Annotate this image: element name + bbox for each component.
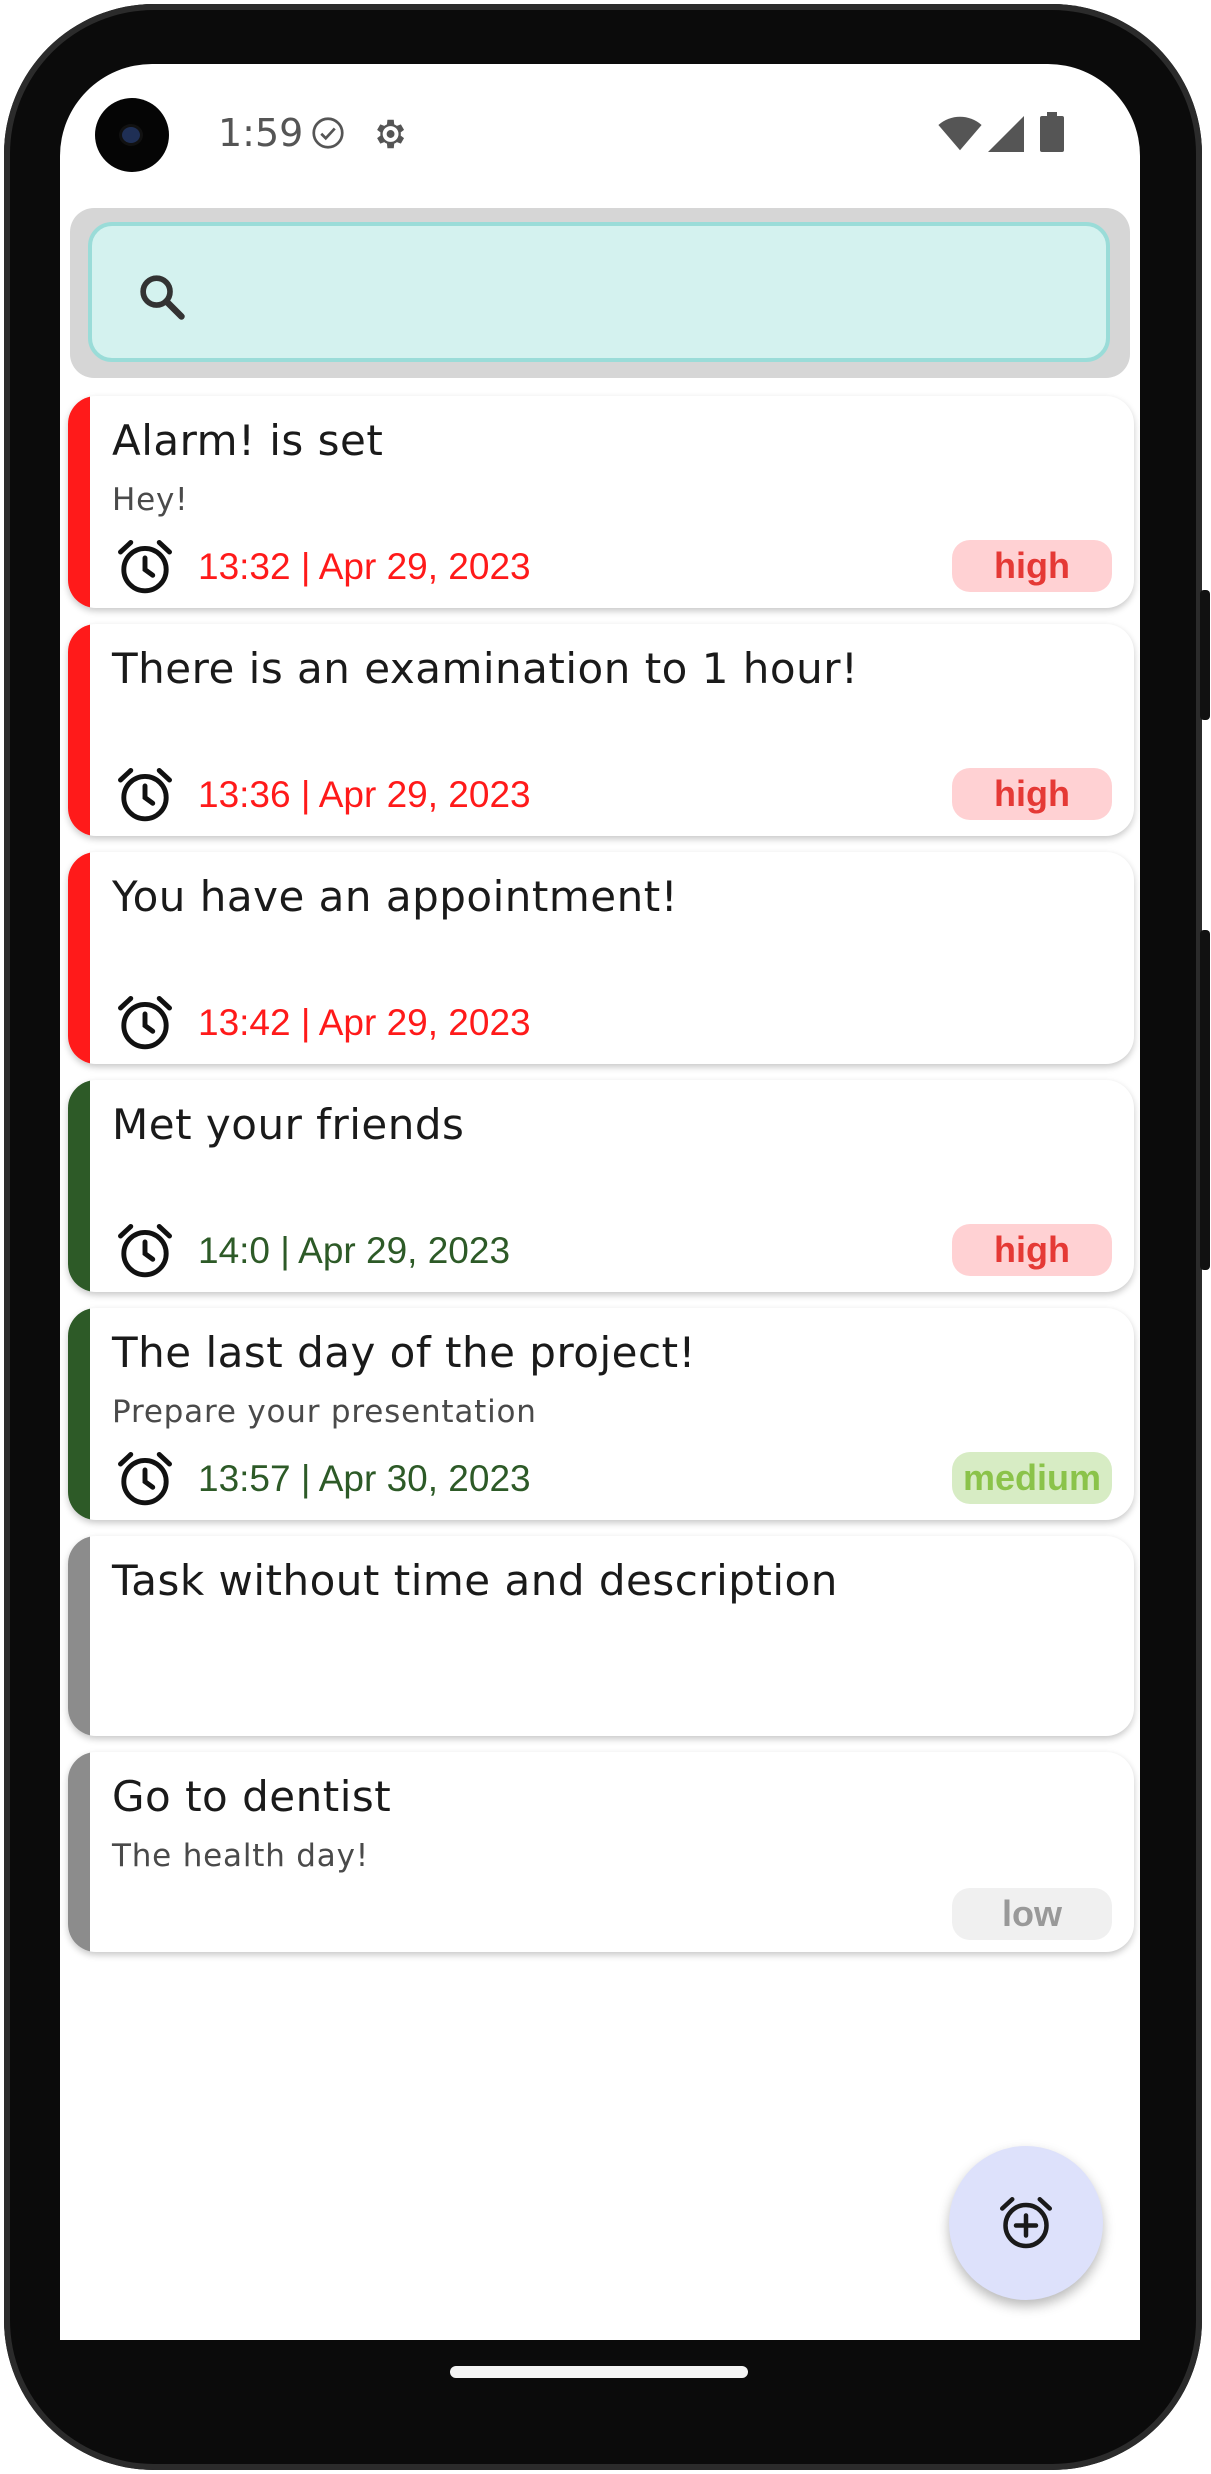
task-title: There is an examination to 1 hour!	[112, 644, 859, 693]
priority-stripe	[68, 852, 90, 1064]
task-card[interactable]: Go to dentist The health day! low	[68, 1752, 1134, 1952]
power-button	[1200, 590, 1210, 720]
priority-badge: high	[952, 540, 1112, 592]
task-time: 14:0 | Apr 29, 2023	[198, 1230, 511, 1271]
priority-badge: low	[952, 1888, 1112, 1940]
priority-stripe	[68, 1536, 90, 1736]
settings-gear-icon	[370, 115, 408, 157]
priority-stripe	[68, 1308, 90, 1520]
status-time: 1:59	[218, 111, 304, 155]
task-title: Go to dentist	[112, 1772, 392, 1821]
task-list: Alarm! is set Hey! 13:32 | Apr 29, 2023 …	[68, 396, 1134, 1968]
cellular-signal-icon	[988, 116, 1024, 156]
task-title: Met your friends	[112, 1100, 465, 1149]
task-time: 13:36 | Apr 29, 2023	[198, 774, 531, 815]
search-bar[interactable]	[88, 222, 1110, 362]
priority-stripe	[68, 1752, 90, 1952]
volume-button	[1200, 930, 1210, 1270]
alarm-clock-icon	[114, 992, 176, 1058]
task-card[interactable]: Alarm! is set Hey! 13:32 | Apr 29, 2023 …	[68, 396, 1134, 608]
task-time: 13:42 | Apr 29, 2023	[198, 1002, 531, 1043]
status-bar: 1:59	[60, 64, 1140, 204]
battery-icon	[1040, 112, 1064, 156]
task-card[interactable]: The last day of the project! Prepare you…	[68, 1308, 1134, 1520]
alarm-clock-icon	[114, 764, 176, 830]
task-time: 13:57 | Apr 30, 2023	[198, 1458, 531, 1499]
task-title: You have an appointment!	[112, 872, 679, 921]
alarm-clock-icon	[114, 536, 176, 602]
home-indicator[interactable]	[450, 2366, 748, 2378]
task-title: The last day of the project!	[112, 1328, 696, 1377]
task-description: Hey!	[112, 482, 189, 518]
app-screen: 1:59 Alarm! is set Hey! 13:32 | Apr 29, …	[60, 64, 1140, 2340]
add-alarm-icon	[1000, 2197, 1052, 2249]
add-alarm-button[interactable]	[949, 2146, 1103, 2300]
search-icon[interactable]	[136, 271, 188, 327]
priority-stripe	[68, 624, 90, 836]
priority-stripe	[68, 396, 90, 608]
task-card[interactable]: Task without time and description	[68, 1536, 1134, 1736]
task-card[interactable]: You have an appointment! 13:42 | Apr 29,…	[68, 852, 1134, 1064]
check-circle-icon	[310, 115, 346, 155]
wifi-icon	[938, 116, 982, 156]
priority-stripe	[68, 1080, 90, 1292]
task-description: Prepare your presentation	[112, 1394, 537, 1430]
alarm-clock-icon	[114, 1220, 176, 1286]
priority-badge: medium	[952, 1452, 1112, 1504]
task-card[interactable]: Met your friends 14:0 | Apr 29, 2023 hig…	[68, 1080, 1134, 1292]
priority-badge: high	[952, 1224, 1112, 1276]
alarm-clock-icon	[114, 1448, 176, 1514]
task-title: Task without time and description	[112, 1556, 838, 1605]
task-description: The health day!	[112, 1838, 369, 1874]
priority-badge: high	[952, 768, 1112, 820]
task-time: 13:32 | Apr 29, 2023	[198, 546, 531, 587]
search-container	[70, 208, 1130, 378]
search-input[interactable]	[202, 254, 1086, 336]
task-title: Alarm! is set	[112, 416, 384, 465]
front-camera	[95, 98, 169, 172]
task-card[interactable]: There is an examination to 1 hour! 13:36…	[68, 624, 1134, 836]
phone-device: 1:59 Alarm! is set Hey! 13:32 | Apr 29, …	[0, 0, 1211, 2474]
